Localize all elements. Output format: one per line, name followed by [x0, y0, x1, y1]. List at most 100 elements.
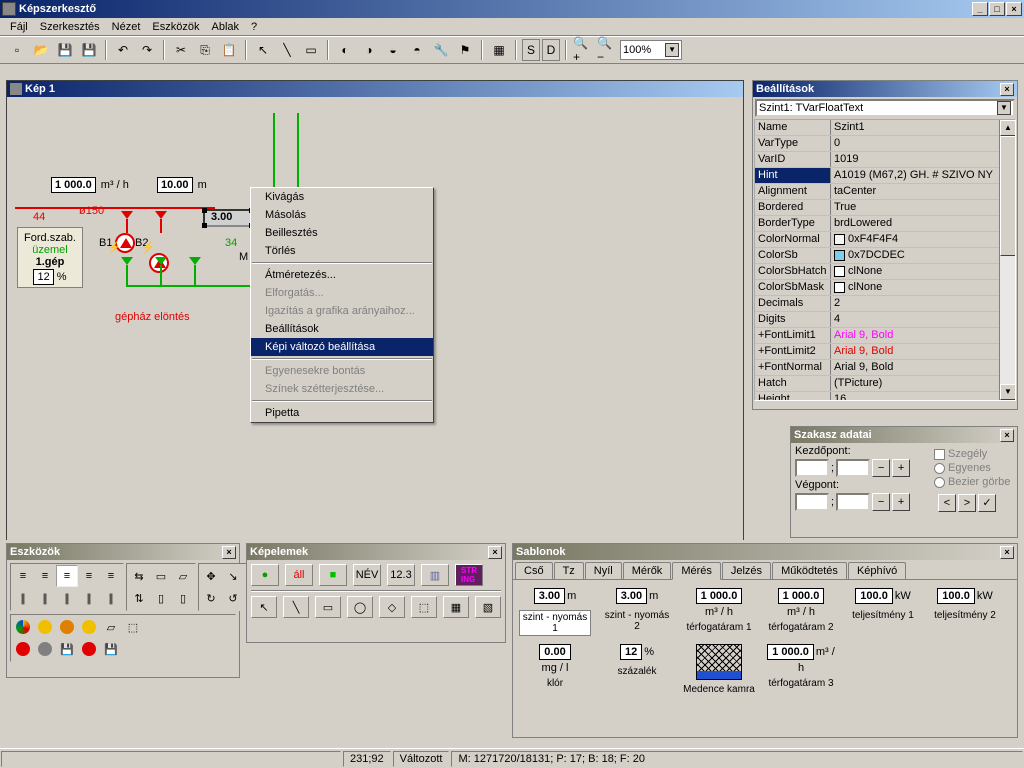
close-button[interactable]: ×	[1006, 2, 1022, 16]
align-tool[interactable]: ∥	[78, 587, 100, 609]
measure-item[interactable]: Medence kamra	[683, 644, 755, 695]
scroll-down-button[interactable]: ▼	[1000, 384, 1016, 400]
measure-item[interactable]: 100.0kWteljesítmény 1	[847, 588, 919, 636]
size-tool[interactable]: ▯	[172, 587, 194, 609]
measure-item[interactable]: 1 000.0m³ / htérfogatáram 3	[765, 644, 837, 695]
shape-tool[interactable]: 💾	[56, 638, 78, 660]
align-tool[interactable]: ∥	[34, 587, 56, 609]
rotate-tool[interactable]: ↻	[200, 587, 222, 609]
scrollbar[interactable]: ▲ ▼	[999, 120, 1015, 400]
shape-button[interactable]: ▦	[443, 596, 469, 618]
canvas-titlebar[interactable]: Kép 1	[7, 81, 743, 97]
element-button[interactable]: 12.3	[387, 564, 415, 586]
shape-button[interactable]: ╲	[283, 596, 309, 618]
maximize-button[interactable]: □	[989, 2, 1005, 16]
prop-row[interactable]: HintA1019 (M67,2) GH. # SZIVO NY	[755, 168, 1015, 184]
eszk-titlebar[interactable]: Eszközök ×	[7, 544, 239, 560]
veg-x-input[interactable]	[795, 493, 829, 511]
prop-row[interactable]: Height16	[755, 392, 1015, 401]
ctx-item[interactable]: Beillesztés	[251, 224, 433, 242]
shape-button[interactable]: ▧	[475, 596, 501, 618]
arrow-button[interactable]: ↖	[252, 39, 274, 61]
zoomout-button[interactable]: 🔍−	[596, 39, 618, 61]
prop-row[interactable]: NameSzint1	[755, 120, 1015, 136]
measure-item[interactable]: 1 000.0m³ / htérfogatáram 2	[765, 588, 837, 636]
prop-row[interactable]: ColorNormal0xF4F4F4	[755, 232, 1015, 248]
tab-jelzés[interactable]: Jelzés	[722, 562, 771, 579]
element-button[interactable]: ●	[251, 564, 279, 586]
tab-mérés[interactable]: Mérés	[672, 562, 721, 580]
D-button[interactable]: D	[542, 39, 560, 61]
kezd-x-input[interactable]	[795, 459, 829, 477]
size-tool[interactable]: ⇅	[128, 587, 150, 609]
shape-tool[interactable]	[34, 616, 56, 638]
element-button[interactable]: áll	[285, 564, 313, 586]
minimize-button[interactable]: _	[972, 2, 988, 16]
szegely-checkbox[interactable]: Szegély	[934, 448, 1014, 460]
kezd-y-input[interactable]	[836, 459, 870, 477]
copy-button[interactable]: ⎘	[194, 39, 216, 61]
menu-eszközök[interactable]: Eszközök	[146, 19, 205, 35]
rotate-tool[interactable]: ↺	[222, 587, 244, 609]
prop-row[interactable]: ColorSbMaskclNone	[755, 280, 1015, 296]
tab-cső[interactable]: Cső	[515, 562, 553, 579]
next-button[interactable]: >	[958, 494, 976, 512]
veg-y-input[interactable]	[836, 493, 870, 511]
properties-titlebar[interactable]: Beállítások ×	[753, 81, 1017, 97]
prop-row[interactable]: VarType0	[755, 136, 1015, 152]
ctx-item[interactable]: Átméretezés...	[251, 266, 433, 284]
shape-button[interactable]: ⬚	[411, 596, 437, 618]
tab-tz[interactable]: Tz	[554, 562, 584, 579]
menu-?[interactable]: ?	[245, 19, 263, 35]
zoom-combo[interactable]: 100%▼	[620, 40, 682, 60]
tab-képhívó[interactable]: Képhívó	[848, 562, 906, 579]
element-button[interactable]: STRING	[455, 564, 483, 586]
shape-button[interactable]: ▭	[315, 596, 341, 618]
prop-row[interactable]: ColorSbHatchclNone	[755, 264, 1015, 280]
close-icon[interactable]: ×	[1000, 546, 1014, 559]
menu-fájl[interactable]: Fájl	[4, 19, 34, 35]
prop-row[interactable]: Hatch(TPicture)	[755, 376, 1015, 392]
shape-tool[interactable]	[78, 638, 100, 660]
minus-button[interactable]: −	[872, 459, 890, 477]
element-button[interactable]: ▥	[421, 564, 449, 586]
tab-nyíl[interactable]: Nyíl	[585, 562, 622, 579]
prop-row[interactable]: +FontLimit2Arial 9, Bold	[755, 344, 1015, 360]
selected-element[interactable]: 3.00	[203, 209, 253, 227]
align-tool[interactable]: ≡	[78, 565, 100, 587]
tab-működtetés[interactable]: Működtetés	[772, 562, 847, 579]
element-button[interactable]: NÉV	[353, 564, 381, 586]
align-tool[interactable]: ∥	[100, 587, 122, 609]
align-tool[interactable]: ∥	[12, 587, 34, 609]
prop-row[interactable]: AlignmenttaCenter	[755, 184, 1015, 200]
shape-tool[interactable]: ▱	[100, 616, 122, 638]
save-button[interactable]: 💾	[54, 39, 76, 61]
shape-button[interactable]: ↖	[251, 596, 277, 618]
redo-button[interactable]: ↷	[136, 39, 158, 61]
measure-item[interactable]: 12%százalék	[601, 644, 673, 695]
apply-button[interactable]: ✓	[978, 494, 996, 512]
size-tool[interactable]: ▯	[150, 587, 172, 609]
scroll-up-button[interactable]: ▲	[1000, 120, 1016, 136]
prop-row[interactable]: ColorSb0x7DCDEC	[755, 248, 1015, 264]
close-icon[interactable]: ×	[222, 546, 236, 559]
menu-ablak[interactable]: Ablak	[205, 19, 245, 35]
kepelemek-titlebar[interactable]: Képelemek ×	[247, 544, 505, 560]
align-tool[interactable]: ≡	[12, 565, 34, 587]
minus-button[interactable]: −	[872, 493, 890, 511]
shape-tool[interactable]	[12, 616, 34, 638]
shape1-button[interactable]: ◐	[334, 39, 356, 61]
egyenes-radio[interactable]: Egyenes	[934, 462, 1014, 474]
S-button[interactable]: S	[522, 39, 540, 61]
measure-item[interactable]: 0.00mg / lklór	[519, 644, 591, 695]
menu-szerkesztés[interactable]: Szerkesztés	[34, 19, 106, 35]
close-icon[interactable]: ×	[1000, 83, 1014, 96]
ford-box[interactable]: Ford.szab. üzemel 1.gép 12 %	[17, 227, 83, 288]
ctx-item[interactable]: Pipetta	[251, 404, 433, 422]
shape-button[interactable]: ◯	[347, 596, 373, 618]
sablonok-titlebar[interactable]: Sablonok ×	[513, 544, 1017, 560]
shape-tool[interactable]: ⬚	[122, 616, 144, 638]
line-button[interactable]: ╲	[276, 39, 298, 61]
prop-row[interactable]: +FontLimit1Arial 9, Bold	[755, 328, 1015, 344]
align-tool[interactable]: ≡	[56, 565, 78, 587]
